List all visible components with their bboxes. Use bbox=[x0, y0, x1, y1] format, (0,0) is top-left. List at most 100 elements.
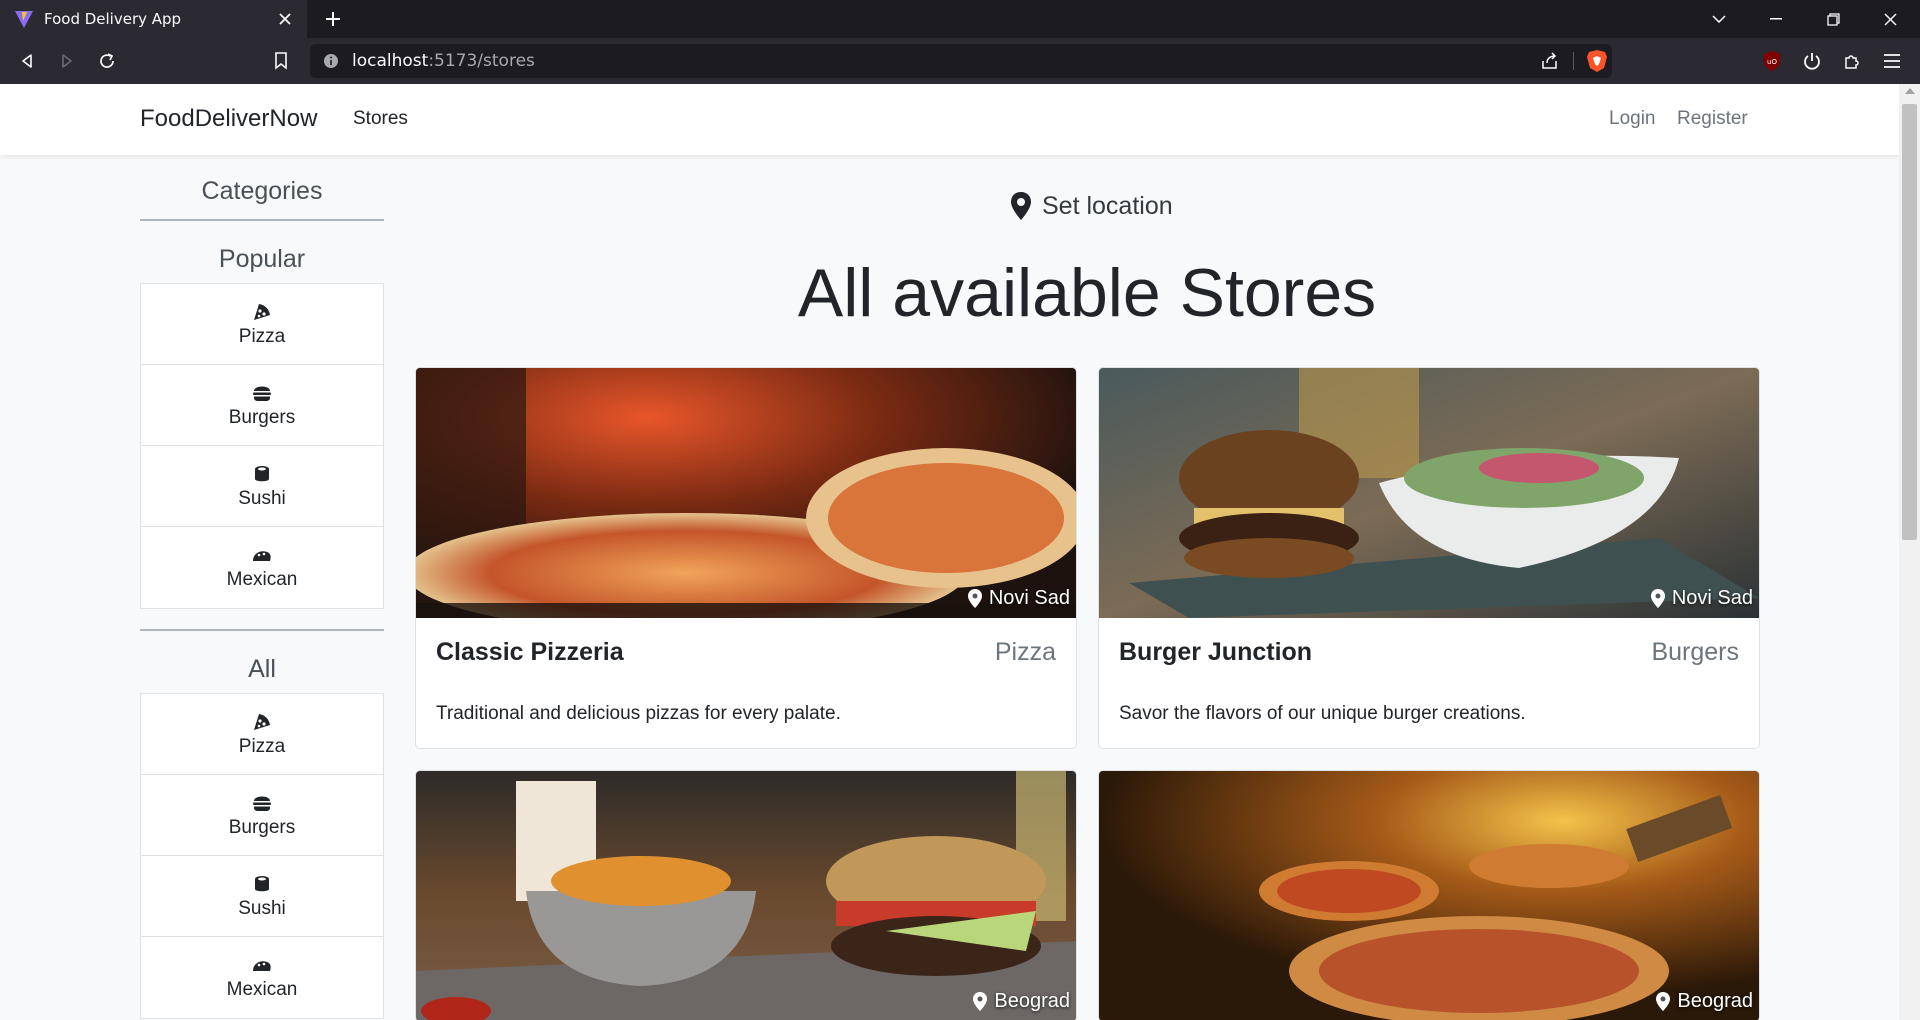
store-city-label: Beograd bbox=[994, 990, 1070, 1012]
sushi-icon bbox=[255, 875, 269, 891]
store-card[interactable]: Novi Sad Burger Junction Burgers Savor t… bbox=[1098, 367, 1760, 749]
map-pin-icon bbox=[1011, 192, 1031, 220]
menu-icon[interactable] bbox=[1880, 49, 1904, 73]
sushi-icon bbox=[255, 465, 269, 481]
page-scrollbar[interactable] bbox=[1899, 84, 1920, 1020]
set-location-label: Set location bbox=[1042, 191, 1173, 220]
taco-icon bbox=[253, 551, 271, 561]
page-title: All available Stores bbox=[797, 255, 1377, 331]
bookmark-icon[interactable] bbox=[267, 47, 295, 75]
wood-oven-pizza-photo bbox=[1099, 771, 1759, 1020]
category-label: Sushi bbox=[238, 897, 286, 919]
all-category-burgers[interactable]: Burgers bbox=[141, 775, 383, 856]
svg-text:uO: uO bbox=[1767, 58, 1777, 66]
all-category-list: Pizza Burgers Sushi Mexican bbox=[140, 693, 384, 1019]
store-name: Burger Junction bbox=[1119, 638, 1313, 666]
store-city-label: Novi Sad bbox=[1671, 587, 1753, 609]
store-card[interactable]: Beograd bbox=[1098, 770, 1760, 1020]
vite-favicon-icon bbox=[15, 11, 33, 28]
store-card[interactable]: Beograd bbox=[415, 770, 1077, 1020]
store-category: Burgers bbox=[1651, 638, 1739, 666]
burger-icon bbox=[253, 386, 271, 401]
pizza-icon bbox=[254, 713, 270, 730]
category-label: Sushi bbox=[238, 487, 286, 509]
nav-link-login[interactable]: Login bbox=[1609, 108, 1656, 130]
all-category-sushi[interactable]: Sushi bbox=[141, 856, 383, 937]
brave-shields-icon[interactable] bbox=[1586, 49, 1608, 73]
url-separator bbox=[1573, 52, 1574, 70]
store-description: Savor the flavors of our unique burger c… bbox=[1119, 703, 1526, 724]
popular-category-sushi[interactable]: Sushi bbox=[141, 446, 383, 527]
store-card-body: Burger Junction Burgers Savor the flavor… bbox=[1099, 618, 1759, 748]
categories-heading: Categories bbox=[201, 177, 323, 205]
url-path: :5173/stores bbox=[428, 51, 535, 71]
reload-icon[interactable] bbox=[93, 47, 121, 75]
address-bar[interactable]: localhost:5173/stores bbox=[310, 44, 1612, 78]
tab-title: Food Delivery App bbox=[44, 10, 182, 28]
all-category-pizza[interactable]: Pizza bbox=[141, 694, 383, 775]
new-tab-icon[interactable] bbox=[320, 6, 346, 32]
map-pin-icon bbox=[973, 992, 988, 1011]
restore-icon[interactable] bbox=[1819, 6, 1847, 32]
popular-category-burgers[interactable]: Burgers bbox=[141, 365, 383, 446]
browser-titlebar: Food Delivery App bbox=[0, 0, 1920, 38]
power-icon[interactable] bbox=[1800, 49, 1824, 73]
store-city: Beograd bbox=[972, 990, 1070, 1013]
store-city-label: Novi Sad bbox=[988, 587, 1070, 609]
store-city-label: Beograd bbox=[1677, 990, 1753, 1012]
store-city: Novi Sad bbox=[1650, 587, 1753, 610]
browser-toolbar: localhost:5173/stores uO bbox=[0, 38, 1920, 84]
brand-logo[interactable]: FoodDeliverNow bbox=[140, 105, 317, 133]
forward-icon[interactable] bbox=[53, 47, 81, 75]
popular-heading: Popular bbox=[218, 245, 306, 273]
category-sidebar: Categories Popular Pizza Burgers Sushi M… bbox=[140, 155, 384, 1019]
map-pin-icon bbox=[967, 589, 982, 608]
share-icon[interactable] bbox=[1540, 51, 1560, 71]
store-image-burger: Novi Sad bbox=[1099, 368, 1759, 618]
category-label: Pizza bbox=[238, 735, 286, 757]
store-category: Pizza bbox=[994, 638, 1056, 666]
all-category-mexican[interactable]: Mexican bbox=[141, 937, 383, 1018]
tab-list-chevron-icon[interactable] bbox=[1705, 6, 1733, 32]
store-city: Beograd bbox=[1655, 990, 1753, 1013]
taco-icon bbox=[253, 961, 271, 971]
page-viewport: FoodDeliverNow Stores Login Register Cat… bbox=[0, 84, 1899, 1020]
minimize-icon[interactable] bbox=[1762, 6, 1790, 32]
pizza-icon bbox=[254, 303, 270, 320]
category-label: Mexican bbox=[226, 979, 298, 1000]
scroll-up-arrow-icon[interactable] bbox=[1905, 88, 1915, 94]
category-label: Burgers bbox=[228, 406, 296, 428]
site-navbar: FoodDeliverNow Stores Login Register bbox=[0, 84, 1899, 155]
tab-close-icon[interactable] bbox=[273, 7, 297, 31]
popular-category-pizza[interactable]: Pizza bbox=[141, 284, 383, 365]
map-pin-icon bbox=[1656, 992, 1671, 1011]
category-label: Pizza bbox=[238, 325, 286, 347]
popular-category-mexican[interactable]: Mexican bbox=[141, 527, 383, 608]
back-icon[interactable] bbox=[13, 47, 41, 75]
store-card[interactable]: Novi Sad Classic Pizzeria Pizza Traditio… bbox=[415, 367, 1077, 749]
pizza-oven-photo bbox=[416, 368, 1076, 618]
site-info-icon[interactable] bbox=[322, 52, 340, 70]
close-window-icon[interactable] bbox=[1876, 6, 1904, 32]
all-heading: All bbox=[248, 655, 276, 683]
browser-tab[interactable]: Food Delivery App bbox=[0, 0, 307, 38]
url-text[interactable]: localhost:5173/stores bbox=[352, 51, 535, 71]
scrollbar-thumb[interactable] bbox=[1902, 104, 1917, 540]
category-label: Mexican bbox=[226, 569, 298, 590]
burger-photo bbox=[1099, 368, 1759, 618]
store-card-body: Classic Pizzeria Pizza Traditional and d… bbox=[416, 618, 1076, 748]
store-image-pizza-oven: Beograd bbox=[1099, 771, 1759, 1020]
burger-icon bbox=[253, 796, 271, 811]
store-city: Novi Sad bbox=[967, 587, 1070, 610]
extensions-icon[interactable] bbox=[1840, 49, 1864, 73]
store-name: Classic Pizzeria bbox=[436, 638, 624, 666]
ublock-icon[interactable]: uO bbox=[1760, 49, 1784, 73]
nav-link-stores[interactable]: Stores bbox=[353, 108, 408, 130]
popular-category-list: Pizza Burgers Sushi Mexican bbox=[140, 283, 384, 609]
category-label: Burgers bbox=[228, 816, 296, 838]
store-description: Traditional and delicious pizzas for eve… bbox=[436, 703, 841, 724]
store-image-pizza: Novi Sad bbox=[416, 368, 1076, 618]
set-location-button[interactable]: Set location bbox=[1010, 188, 1173, 224]
nav-link-register[interactable]: Register bbox=[1677, 108, 1748, 130]
store-image-burger-fries: Beograd bbox=[416, 771, 1076, 1020]
